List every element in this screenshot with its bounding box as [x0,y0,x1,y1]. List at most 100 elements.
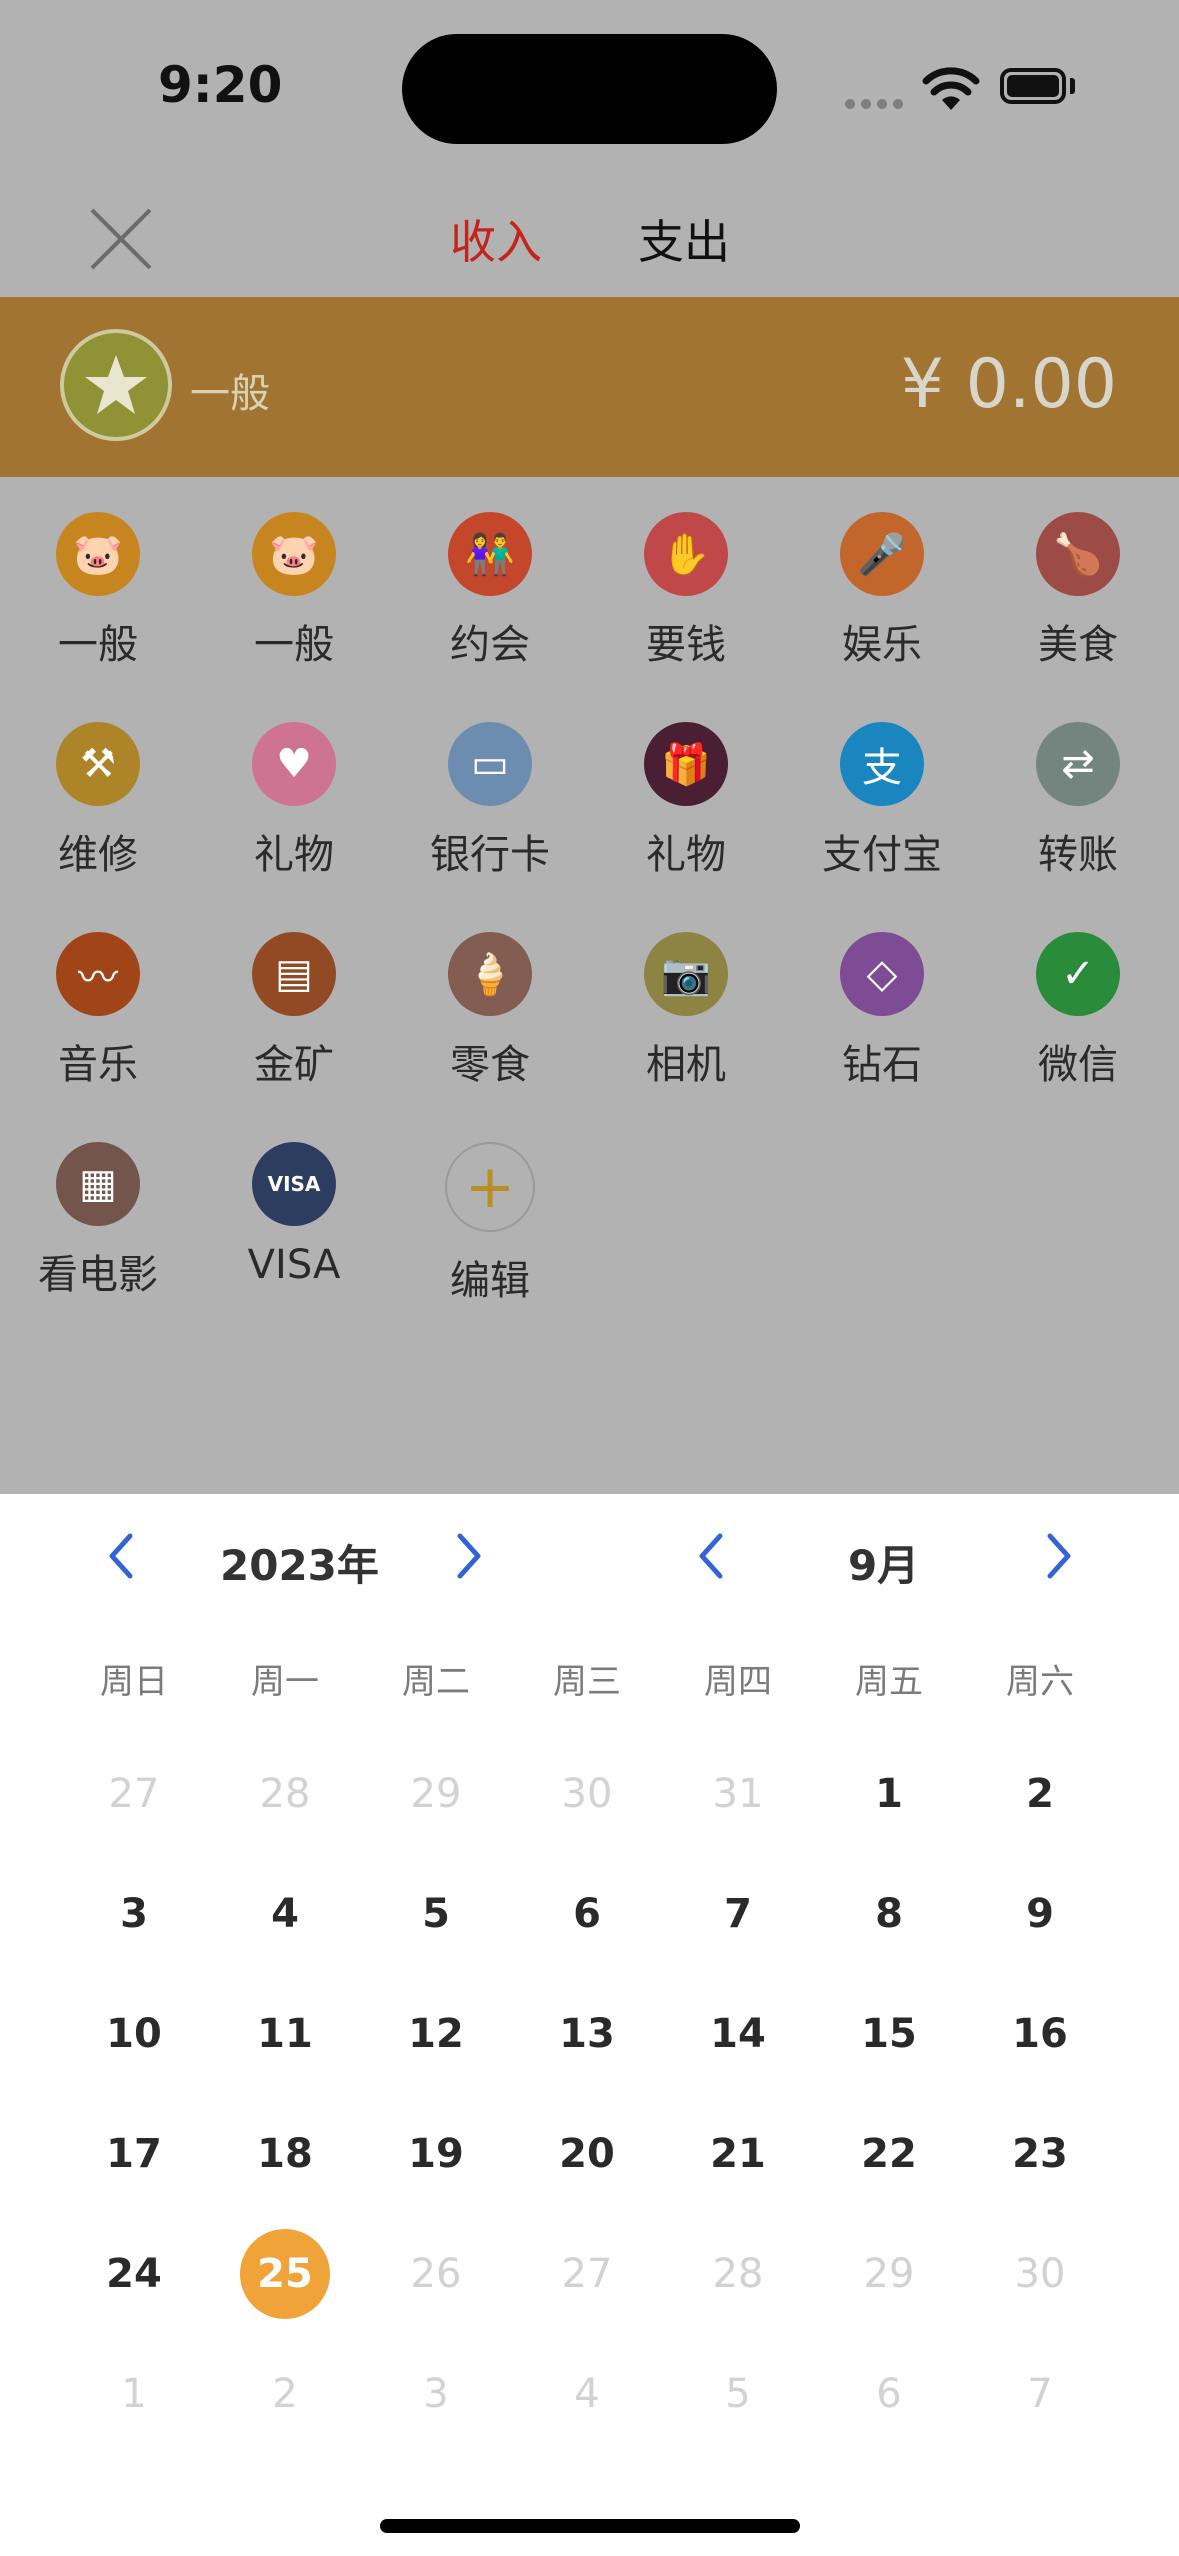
category-item[interactable]: 〰音乐 [0,932,196,1090]
calendar-day[interactable]: 19 [360,2108,512,2200]
calendar-day-number: 5 [725,2371,751,2417]
calendar-day-number: 7 [1027,2371,1053,2417]
calendar-day[interactable]: 28 [209,1748,361,1840]
calendar-day[interactable]: 30 [964,2228,1116,2320]
category-label: 零食 [450,1042,530,1088]
calendar-day[interactable]: 21 [662,2108,814,2200]
category-item[interactable]: 👫 约会 [392,512,588,670]
calendar-day[interactable]: 8 [813,1868,965,1960]
calendar-day[interactable]: 29 [813,2228,965,2320]
category-item[interactable]: ✓ 微信 [980,932,1176,1090]
calendar-day[interactable]: 28 [662,2228,814,2320]
category-item[interactable]: VISA VISA [196,1142,392,1288]
calendar-day-number: 13 [559,2011,615,2057]
alipay-icon: 支 [840,722,924,806]
calendar-day-number: 1 [875,1771,903,1817]
calendar-day[interactable]: 7 [662,1868,814,1960]
category-item[interactable]: 📷 相机 [588,932,784,1090]
category-item[interactable]: 🐷 一般 [196,512,392,670]
calendar-day[interactable]: 24 [58,2228,210,2320]
category-label: 礼物 [646,832,726,878]
category-item[interactable]: 🎁 礼物 [588,722,784,880]
category-item[interactable]: ✋ 要钱 [588,512,784,670]
couple-icon: 👫 [448,512,532,596]
calendar-day[interactable]: 25 [209,2228,361,2320]
calendar-day[interactable]: 20 [511,2108,663,2200]
calendar-day[interactable]: 14 [662,1988,814,2080]
close-icon[interactable] [86,204,156,274]
category-label: 美食 [1038,622,1118,668]
calendar-day[interactable]: 1 [58,2348,210,2440]
calendar-day[interactable]: 6 [813,2348,965,2440]
category-label: 编辑 [450,1258,530,1304]
weekday-label: 周一 [251,1662,319,1702]
tab-expense[interactable]: 支出 [638,206,730,272]
category-item[interactable]: ⚒ 维修 [0,722,196,880]
category-label: 相机 [646,1042,726,1088]
category-item[interactable]: 🍗 美食 [980,512,1176,670]
calendar-day[interactable]: 3 [360,2348,512,2440]
category-item[interactable]: ▦ 看电影 [0,1142,196,1300]
calendar-day[interactable]: 7 [964,2348,1116,2440]
calendar-day-number: 2 [1026,1771,1054,1817]
home-indicator [380,2519,800,2533]
category-item[interactable]: 🐷 一般 [0,512,196,670]
category-label: 约会 [450,622,530,668]
calendar-day[interactable]: 30 [511,1748,663,1840]
calendar-day[interactable]: 2 [964,1748,1116,1840]
calendar-day[interactable]: 29 [360,1748,512,1840]
calendar-day[interactable]: 31 [662,1748,814,1840]
calendar-day[interactable]: 6 [511,1868,663,1960]
category-item[interactable]: ♥ 礼物 [196,722,392,880]
calendar-day-number: 12 [408,2011,464,2057]
calendar-day-number: 29 [410,1771,462,1817]
next-year-chevron-icon[interactable] [450,1526,490,1586]
category-item[interactable]: ⇄ 转账 [980,722,1176,880]
calendar-day[interactable]: 10 [58,1988,210,2080]
category-item[interactable]: ▭ 银行卡 [392,722,588,880]
tab-income[interactable]: 收入 [450,206,542,272]
calendar-day[interactable]: 2 [209,2348,361,2440]
category-item[interactable]: + 编辑 [392,1142,588,1306]
calendar-day[interactable]: 11 [209,1988,361,2080]
calendar-day[interactable]: 9 [964,1868,1116,1960]
calendar-day[interactable]: 16 [964,1988,1116,2080]
prev-year-chevron-icon[interactable] [100,1526,140,1586]
dynamic-island [402,34,777,144]
category-item[interactable]: ▤ 金矿 [196,932,392,1090]
calendar-day[interactable]: 22 [813,2108,965,2200]
star-icon [60,329,172,441]
weekday-label: 周六 [1006,1662,1074,1702]
calendar-day[interactable]: 5 [662,2348,814,2440]
category-item[interactable]: ◇ 钻石 [784,932,980,1090]
calendar-day[interactable]: 1 [813,1748,965,1840]
calendar-day[interactable]: 4 [209,1868,361,1960]
calendar-day[interactable]: 15 [813,1988,965,2080]
prev-month-chevron-icon[interactable] [690,1526,730,1586]
calendar-day[interactable]: 12 [360,1988,512,2080]
calendar-day-number: 9 [1026,1891,1054,1937]
category-item[interactable]: 🍦 零食 [392,932,588,1090]
calendar-day[interactable]: 5 [360,1868,512,1960]
calendar-day-number: 28 [259,1771,311,1817]
chicken-icon: 🍗 [1036,512,1120,596]
bank-card-icon: ▭ [448,722,532,806]
category-label: 维修 [58,832,138,878]
calendar-day[interactable]: 27 [511,2228,663,2320]
calendar-day[interactable]: 18 [209,2108,361,2200]
calendar-day[interactable]: 4 [511,2348,663,2440]
calendar-day[interactable]: 17 [58,2108,210,2200]
calendar-day[interactable]: 3 [58,1868,210,1960]
calendar-day[interactable]: 13 [511,1988,663,2080]
next-month-chevron-icon[interactable] [1040,1526,1080,1586]
calendar-day[interactable]: 23 [964,2108,1116,2200]
hand-icon: ✋ [644,512,728,596]
category-item[interactable]: 支支付宝 [784,722,980,880]
category-item[interactable]: 🎤 娱乐 [784,512,980,670]
calendar-day-number: 29 [863,2251,915,2297]
calendar-day[interactable]: 26 [360,2228,512,2320]
amount-display[interactable]: ¥ 0.00 [901,345,1117,424]
pickaxe-icon: ⚒ [56,722,140,806]
calendar-day-number: 15 [861,2011,917,2057]
calendar-day[interactable]: 27 [58,1748,210,1840]
